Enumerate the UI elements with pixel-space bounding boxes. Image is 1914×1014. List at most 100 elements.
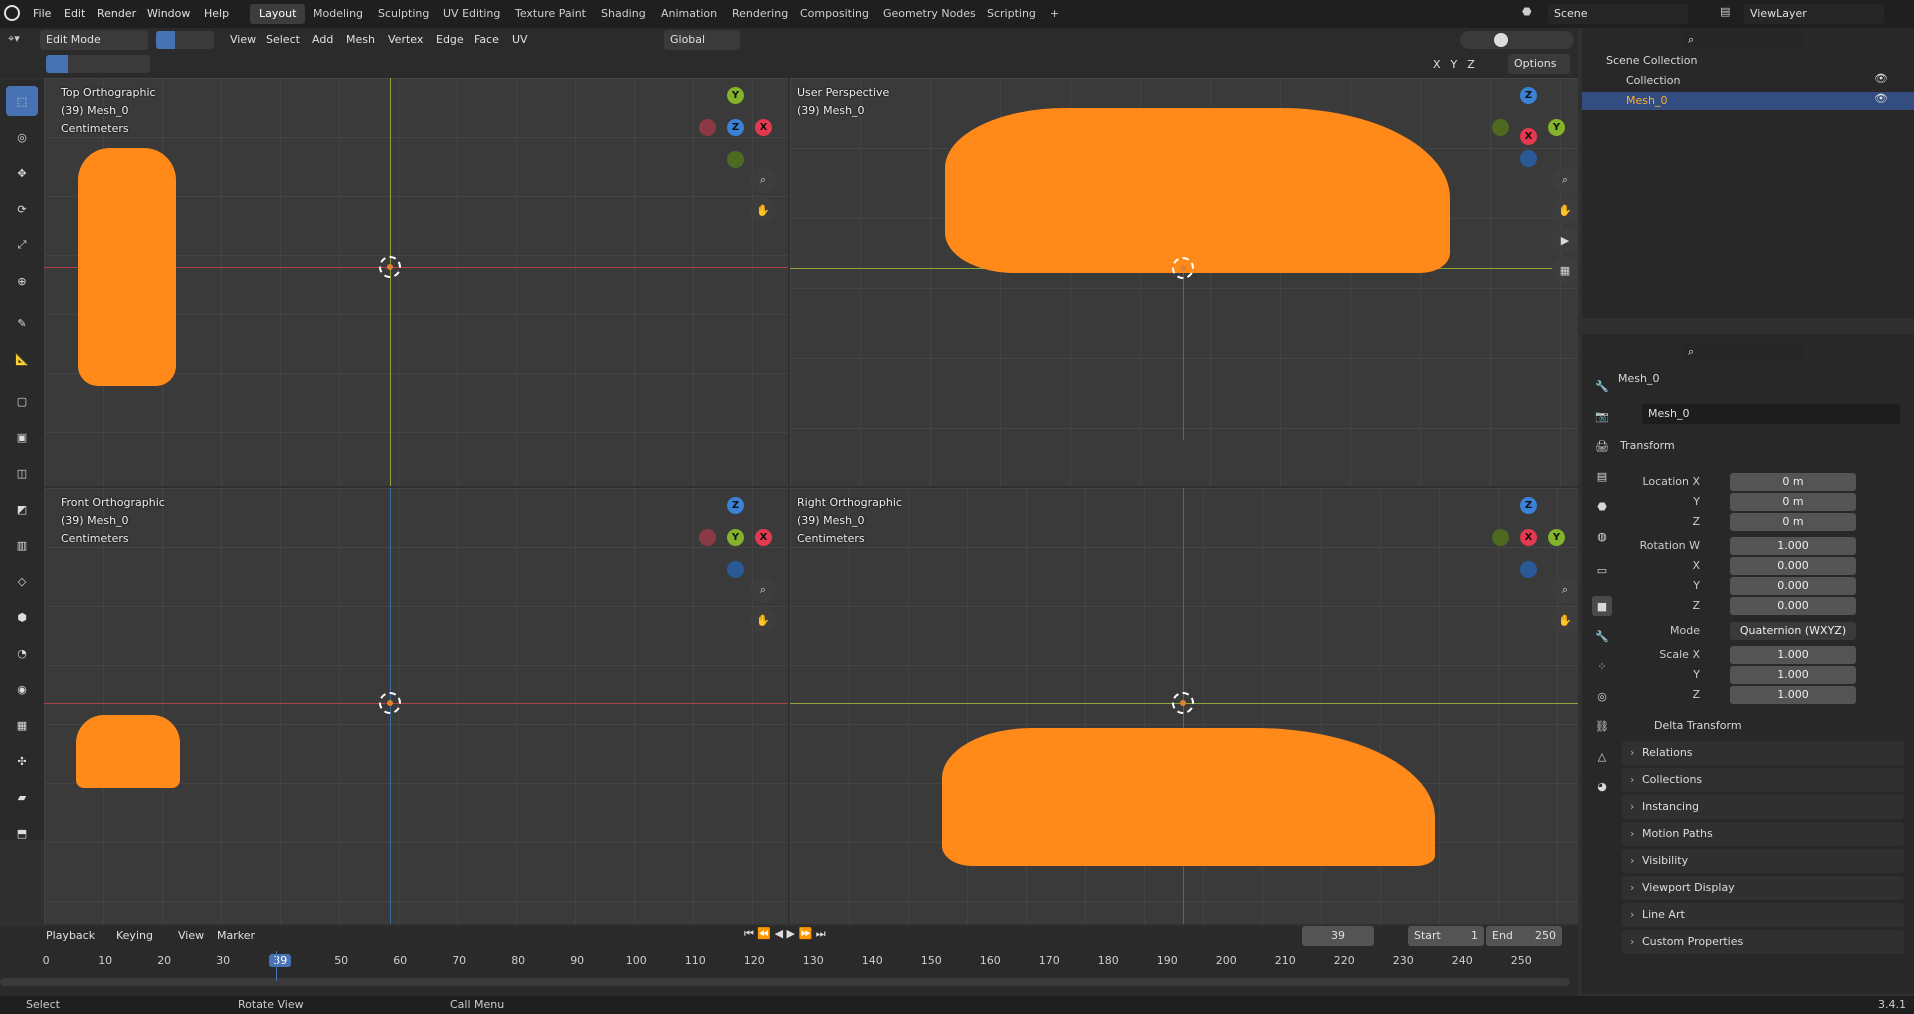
tab-shading[interactable]: Shading (592, 4, 655, 24)
pan-hand-icon[interactable]: ✋ (1552, 607, 1578, 633)
viewport-user-perspective[interactable]: User Perspective (39) Mesh_0 Z Y X ⌕ ✋ ▶… (790, 78, 1578, 486)
physics-tab-icon[interactable]: ◎ (1592, 686, 1612, 706)
location-z-field[interactable]: 0 m (1730, 513, 1856, 531)
smooth-tool[interactable]: ◉ (6, 674, 38, 704)
tab-compositing[interactable]: Compositing (791, 4, 878, 24)
pan-hand-icon[interactable]: ✋ (1552, 197, 1578, 223)
add-cube-tool[interactable]: ▢ (6, 386, 38, 416)
3d-cursor-icon[interactable] (1172, 692, 1194, 714)
output-tab-icon[interactable]: 🖨 (1592, 436, 1612, 456)
render-tab-icon[interactable]: 📷 (1592, 406, 1612, 426)
particles-tab-icon[interactable]: ⁘ (1592, 656, 1612, 676)
menu-select[interactable]: Select (260, 30, 306, 50)
select-box-tool[interactable]: ⬚ (6, 86, 38, 116)
loop-cut-tool[interactable]: ▥ (6, 530, 38, 560)
scale-z-field[interactable]: 1.000 (1730, 686, 1856, 704)
menu-vertex[interactable]: Vertex (382, 30, 429, 50)
outliner-scene-collection[interactable]: Scene Collection (1606, 52, 1697, 70)
gizmo-x-icon[interactable]: X (755, 529, 772, 546)
panel-relations[interactable]: Relations (1622, 741, 1904, 765)
rotation-z-field[interactable]: 0.000 (1730, 597, 1856, 615)
rotate-tool[interactable]: ⟳ (6, 194, 38, 224)
scale-x-field[interactable]: 1.000 (1730, 646, 1856, 664)
view-layer-selector[interactable]: ViewLayer (1744, 4, 1884, 24)
location-x-field[interactable]: 0 m (1730, 473, 1856, 491)
rotation-y-field[interactable]: 0.000 (1730, 577, 1856, 595)
move-tool[interactable]: ✥ (6, 158, 38, 188)
3d-cursor-icon[interactable] (1172, 257, 1194, 279)
poly-build-tool[interactable]: ⬢ (6, 602, 38, 632)
axis-y-toggle[interactable]: Y (1448, 55, 1461, 75)
panel-instancing[interactable]: Instancing (1622, 795, 1904, 819)
gizmo-y-icon[interactable]: Y (1548, 529, 1565, 546)
menu-file[interactable]: File (26, 4, 58, 24)
cursor-tool[interactable]: ◎ (6, 122, 38, 152)
zoom-icon[interactable]: ⌕ (1552, 577, 1578, 603)
menu-face[interactable]: Face (468, 30, 505, 50)
tab-texture-paint[interactable]: Texture Paint (506, 4, 595, 24)
view-layer-tab-icon[interactable]: ▤ (1592, 466, 1612, 486)
world-tab-icon[interactable]: ◍ (1592, 526, 1612, 546)
tab-geometry-nodes[interactable]: Geometry Nodes (874, 4, 985, 24)
gizmo-y-icon[interactable]: Y (727, 87, 744, 104)
menu-help[interactable]: Help (197, 4, 236, 24)
rotation-x-field[interactable]: 0.000 (1730, 557, 1856, 575)
menu-window[interactable]: Window (140, 4, 197, 24)
menu-keying[interactable]: Keying (110, 926, 159, 946)
annotate-tool[interactable]: ✎ (6, 308, 38, 338)
shrink-fatten-tool[interactable]: ✣ (6, 746, 38, 776)
visibility-eye-icon[interactable]: 👁 (1874, 92, 1888, 105)
mesh-perspective-view[interactable] (945, 108, 1450, 273)
outliner-collection[interactable]: Collection (1626, 72, 1680, 90)
material-tab-icon[interactable]: ◕ (1592, 776, 1612, 796)
tab-uv-editing[interactable]: UV Editing (434, 4, 509, 24)
menu-uv[interactable]: UV (506, 30, 534, 50)
outliner-mesh-item[interactable]: Mesh_0 (1626, 92, 1667, 110)
constraints-tab-icon[interactable]: ⛓ (1592, 716, 1612, 736)
panel-line-art[interactable]: Line Art (1622, 903, 1904, 927)
scene-tab-icon[interactable]: ⬣ (1592, 496, 1612, 516)
gizmo-neg-y-icon[interactable] (1492, 119, 1509, 136)
scale-y-field[interactable]: 1.000 (1730, 666, 1856, 684)
viewport-front-orthographic[interactable]: Front Orthographic (39) Mesh_0 Centimete… (44, 488, 788, 924)
menu-add[interactable]: Add (306, 30, 339, 50)
menu-marker[interactable]: Marker (211, 926, 261, 946)
gizmo-y-icon[interactable]: Y (727, 529, 744, 546)
bevel-tool[interactable]: ◩ (6, 494, 38, 524)
properties-search-input[interactable]: ⌕ (1682, 342, 1802, 362)
shading-mode-buttons[interactable] (1460, 31, 1574, 49)
zoom-icon[interactable]: ⌕ (750, 577, 776, 603)
menu-edit[interactable]: Edit (57, 4, 92, 24)
editor-type-icon[interactable]: ⌖▾ (8, 32, 20, 46)
rotation-w-field[interactable]: 1.000 (1730, 537, 1856, 555)
menu-mesh[interactable]: Mesh (340, 30, 381, 50)
gizmo-z-icon[interactable]: Z (727, 119, 744, 136)
zoom-icon[interactable]: ⌕ (750, 167, 776, 193)
gizmo-y-icon[interactable]: Y (1548, 119, 1565, 136)
transform-panel-header[interactable]: Transform (1620, 436, 1675, 456)
knife-tool[interactable]: ◇ (6, 566, 38, 596)
scale-tool[interactable]: ⤢ (6, 230, 38, 260)
panel-custom-properties[interactable]: Custom Properties (1622, 930, 1904, 954)
viewport-top-orthographic[interactable]: Top Orthographic (39) Mesh_0 Centimeters… (44, 78, 788, 486)
gizmo-neg-x-icon[interactable] (699, 529, 716, 546)
rip-region-tool[interactable]: ⬒ (6, 818, 38, 848)
tab-modeling[interactable]: Modeling (304, 4, 372, 24)
select-mode-buttons[interactable] (156, 31, 214, 49)
selection-mode-toggles[interactable] (46, 55, 150, 73)
inset-tool[interactable]: ◫ (6, 458, 38, 488)
transform-tool[interactable]: ⊕ (6, 266, 38, 296)
location-y-field[interactable]: 0 m (1730, 493, 1856, 511)
tab-animation[interactable]: Animation (652, 4, 726, 24)
shear-tool[interactable]: ▰ (6, 782, 38, 812)
menu-edge[interactable]: Edge (430, 30, 470, 50)
gizmo-neg-x-icon[interactable] (699, 119, 716, 136)
pan-hand-icon[interactable]: ✋ (750, 607, 776, 633)
data-tab-icon[interactable]: △ (1592, 746, 1612, 766)
rotation-mode-select[interactable]: Quaternion (WXYZ) (1730, 622, 1856, 640)
edge-slide-tool[interactable]: ▦ (6, 710, 38, 740)
mesh-right-view[interactable] (942, 728, 1435, 866)
grid-toggle-icon[interactable]: ▦ (1552, 257, 1578, 283)
viewport-right-orthographic[interactable]: Right Orthographic (39) Mesh_0 Centimete… (790, 488, 1578, 924)
mode-selector[interactable]: Edit Mode (40, 30, 148, 50)
